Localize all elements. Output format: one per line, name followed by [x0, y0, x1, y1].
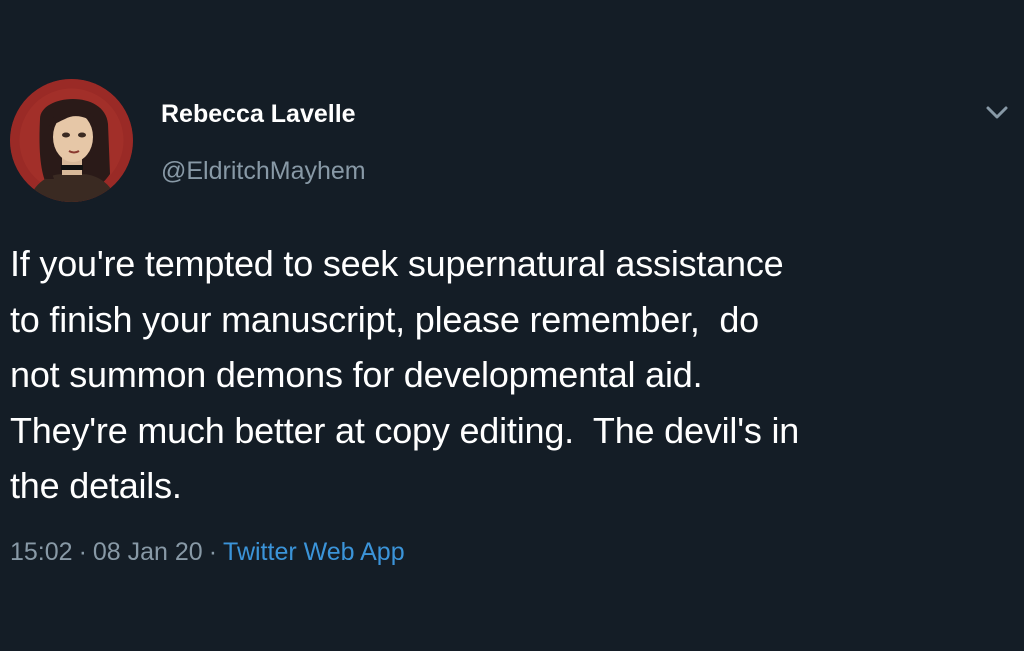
tweet-meta: 15:02 · 08 Jan 20 · Twitter Web App: [10, 538, 405, 567]
tweet-time[interactable]: 15:02: [10, 538, 73, 566]
tweet-text: If you're tempted to seek supernatural a…: [10, 243, 800, 506]
tweet-card: Rebecca Lavelle @EldritchMayhem If you'r…: [0, 0, 1024, 651]
avatar[interactable]: [10, 79, 133, 202]
avatar-illustration: [10, 79, 133, 202]
author-name[interactable]: Rebecca Lavelle: [161, 100, 356, 129]
chevron-down-icon[interactable]: [984, 104, 1010, 122]
tweet-source-link[interactable]: Twitter Web App: [223, 538, 405, 566]
tweet-date[interactable]: 08 Jan 20: [93, 538, 203, 566]
meta-separator: ·: [78, 538, 87, 566]
meta-separator: ·: [208, 538, 218, 566]
author-handle[interactable]: @EldritchMayhem: [161, 157, 366, 186]
